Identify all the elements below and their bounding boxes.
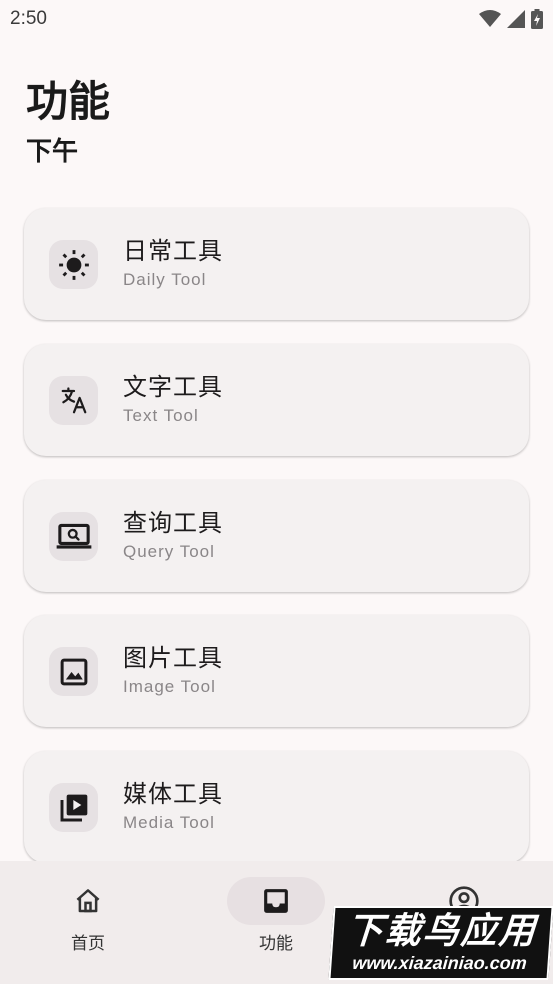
tool-text: 查询工具 Query Tool xyxy=(123,508,223,564)
watermark-url: www.xiazainiao.com xyxy=(351,953,528,973)
battery-charging-icon xyxy=(531,9,543,29)
status-time: 2:50 xyxy=(10,8,47,29)
tool-subtitle: Image Tool xyxy=(123,677,216,696)
home-icon xyxy=(76,889,100,913)
tool-title: 日常工具 xyxy=(123,237,223,265)
page-header: 功能 下午 xyxy=(26,76,110,168)
tool-subtitle: Query Tool xyxy=(123,542,215,561)
tool-text: 图片工具 Image Tool xyxy=(123,643,223,699)
tool-text: 媒体工具 Media Tool xyxy=(123,779,223,835)
image-icon xyxy=(49,647,98,696)
laptop-search-icon xyxy=(49,512,98,561)
tool-text: 文字工具 Text Tool xyxy=(123,372,223,428)
inbox-icon xyxy=(264,889,288,913)
status-bar: 2:50 xyxy=(0,0,553,38)
wifi-icon xyxy=(479,10,501,27)
nav-label-features: 功能 xyxy=(259,934,293,954)
nav-pill xyxy=(39,877,137,925)
tool-text: 日常工具 Daily Tool xyxy=(123,236,223,292)
nav-item-home[interactable]: 首页 xyxy=(28,877,148,967)
tool-card-media[interactable]: 媒体工具 Media Tool xyxy=(24,751,529,863)
watermark-title: 下载鸟应用 xyxy=(345,911,539,952)
page-title: 功能 xyxy=(26,77,111,126)
sun-icon xyxy=(49,240,98,289)
nav-item-features[interactable]: 功能 xyxy=(216,877,336,967)
tool-subtitle: Daily Tool xyxy=(123,270,207,289)
signal-icon xyxy=(507,10,525,28)
video-library-icon xyxy=(49,783,98,832)
tool-title: 图片工具 xyxy=(123,644,223,672)
tool-title: 媒体工具 xyxy=(123,780,223,808)
tool-subtitle: Media Tool xyxy=(123,813,215,832)
tool-title: 查询工具 xyxy=(123,509,223,537)
nav-pill-active xyxy=(227,877,325,925)
page-subtitle: 下午 xyxy=(26,137,79,167)
tool-title: 文字工具 xyxy=(123,373,223,401)
status-icons xyxy=(479,9,543,29)
tool-card-text[interactable]: 文字工具 Text Tool xyxy=(24,344,529,456)
translate-icon xyxy=(49,376,98,425)
watermark-logo: 下载鸟应用 www.xiazainiao.com xyxy=(328,906,553,980)
tool-card-image[interactable]: 图片工具 Image Tool xyxy=(24,615,529,727)
tool-card-query[interactable]: 查询工具 Query Tool xyxy=(24,480,529,592)
tool-card-daily[interactable]: 日常工具 Daily Tool xyxy=(24,208,529,320)
nav-label-home: 首页 xyxy=(71,934,105,954)
tool-subtitle: Text Tool xyxy=(123,406,199,425)
